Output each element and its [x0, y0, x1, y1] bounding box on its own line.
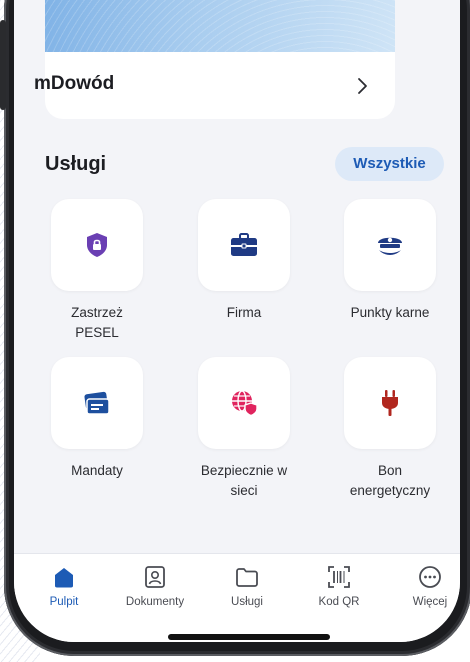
service-tile-bezpiecznie-w-sieci[interactable]: Bezpiecznie w sieci	[171, 357, 317, 517]
all-services-button[interactable]: Wszystkie	[335, 147, 444, 181]
service-tile-icon-box	[198, 199, 290, 291]
ticket-cards-icon	[84, 391, 110, 415]
service-tile-zastrzez-pesel[interactable]: Zastrzeż PESEL	[24, 199, 170, 359]
mdowod-card-banner	[45, 0, 395, 52]
tab-wiecej[interactable]: Więcej	[385, 564, 460, 614]
service-tile-icon-box	[198, 357, 290, 449]
tab-label: Dokumenty	[125, 596, 185, 608]
mdowod-card-title: mDowód	[34, 73, 115, 94]
home-icon	[55, 568, 73, 588]
tab-dokumenty[interactable]: Dokumenty	[110, 564, 200, 614]
service-tile-mandaty[interactable]: Mandaty	[24, 357, 170, 517]
service-tile-label: Zastrzeż PESEL	[71, 305, 123, 340]
tab-label: Pulpit	[49, 596, 79, 608]
briefcase-icon	[231, 233, 257, 256]
tab-pulpit[interactable]: Pulpit	[19, 564, 109, 614]
services-heading: Usługi	[45, 153, 107, 175]
tab-kod-qr[interactable]: Kod QR	[294, 564, 384, 614]
bottom-tab-bar: Pulpit Dokumenty Usługi Kod QR Więcej	[14, 553, 460, 642]
service-tile-bon-energetyczny[interactable]: Bon energetyczny	[317, 357, 460, 517]
service-tile-icon-box	[344, 357, 436, 449]
tab-label: Kod QR	[318, 596, 360, 608]
shield-lock-icon	[87, 233, 107, 257]
power-plug-icon	[382, 390, 398, 416]
service-tile-punkty-karne[interactable]: Punkty karne	[317, 199, 460, 359]
id-card-icon	[145, 566, 165, 588]
service-tile-icon-box	[344, 199, 436, 291]
folder-icon	[236, 568, 258, 587]
home-indicator	[168, 634, 330, 640]
phone-side-button	[0, 20, 6, 110]
tab-label: Usługi	[231, 596, 263, 608]
service-tile-label: Firma	[226, 305, 262, 320]
chevron-right-icon[interactable]	[352, 75, 372, 97]
app-screen: mDowód Usługi Wszystkie Zastrzeż PESEL F…	[14, 0, 460, 642]
qr-scan-icon	[328, 566, 350, 588]
service-tile-label: Mandaty	[71, 463, 123, 478]
service-tile-icon-box	[51, 199, 143, 291]
service-tile-firma[interactable]: Firma	[171, 199, 317, 359]
service-tile-label: Bezpiecznie w sieci	[200, 463, 288, 498]
service-tile-label: Bon energetyczny	[349, 463, 431, 498]
more-dots-icon	[419, 566, 441, 588]
service-tile-label: Punkty karne	[350, 305, 430, 320]
globe-shield-icon	[232, 390, 258, 417]
police-cap-icon	[378, 237, 402, 255]
tab-label: Więcej	[412, 596, 448, 608]
service-tile-icon-box	[51, 357, 143, 449]
tab-uslugi[interactable]: Usługi	[202, 564, 292, 614]
mdowod-card[interactable]	[45, 0, 395, 119]
